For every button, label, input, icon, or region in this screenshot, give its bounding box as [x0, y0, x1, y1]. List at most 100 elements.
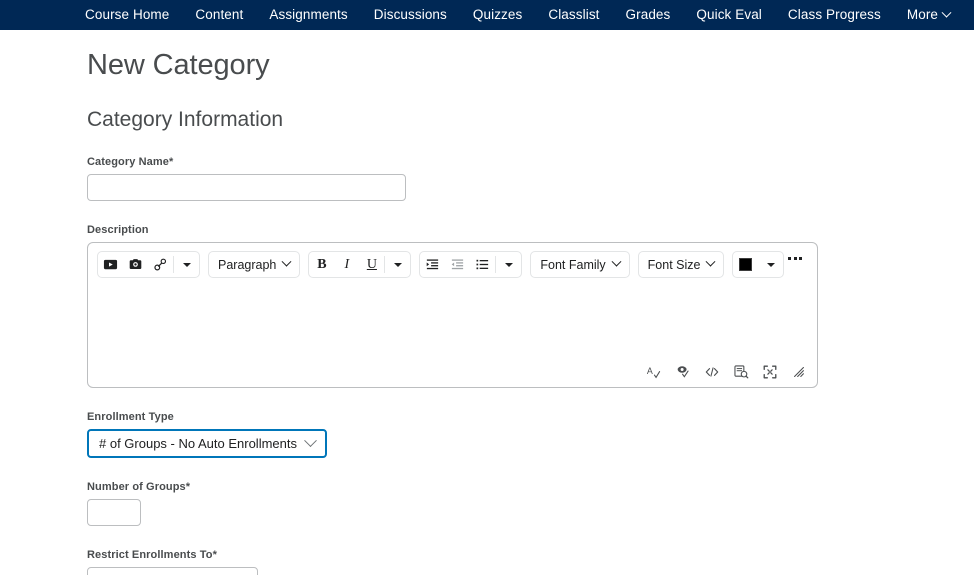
font-family-button[interactable]: Font Family	[531, 252, 628, 277]
format-more-caret-icon[interactable]	[385, 252, 410, 277]
nav-item-quizzes[interactable]: Quizzes	[460, 0, 535, 30]
font-size-button[interactable]: Font Size	[639, 252, 724, 277]
chevron-down-icon	[941, 7, 952, 18]
description-editor-body[interactable]	[88, 278, 817, 346]
page-content: New Category Category Information Catego…	[0, 46, 974, 575]
accessibility-check-icon[interactable]	[675, 364, 691, 380]
dot	[793, 257, 797, 260]
caret-down-icon	[504, 262, 513, 267]
page-title: New Category	[87, 49, 270, 81]
restrict-enrollments-select-wrap: No restrictions	[87, 567, 258, 575]
field-enrollment-type: Enrollment Type # of Groups - No Auto En…	[87, 410, 974, 458]
font-size-label: Font Size	[647, 257, 701, 272]
enrollment-type-value: # of Groups - No Auto Enrollments	[99, 436, 297, 451]
nav-item-label: Discussions	[373, 7, 447, 22]
number-of-groups-label: Number of Groups*	[87, 480, 974, 494]
indent-increase-icon[interactable]	[420, 252, 445, 277]
chevron-down-icon	[281, 256, 292, 267]
label-text: Restrict Enrollments To	[87, 549, 213, 561]
nav-item-classlist[interactable]: Classlist	[535, 0, 612, 30]
category-name-input[interactable]	[87, 174, 406, 201]
underline-icon[interactable]: U	[359, 252, 384, 277]
enrollment-type-select-wrap: # of Groups - No Auto Enrollments	[87, 429, 327, 458]
nav-item-label: More	[906, 7, 939, 22]
insert-more-caret-icon[interactable]	[174, 252, 199, 277]
paragraph-format-label: Paragraph	[218, 257, 277, 272]
nav-item-label: Quizzes	[472, 7, 523, 22]
insert-video-icon[interactable]	[98, 252, 123, 277]
color-swatch-icon	[739, 258, 753, 271]
html-source-icon[interactable]	[704, 364, 720, 380]
nav-item-course-home[interactable]: Course Home	[72, 0, 182, 30]
required-marker: *	[185, 481, 191, 493]
font-family-select[interactable]: Font Family	[530, 251, 630, 278]
caret-down-icon	[766, 262, 775, 267]
insert-quicklink-camera-icon[interactable]	[123, 252, 148, 277]
label-text: Number of Groups	[87, 481, 186, 493]
course-navbar: Course Home Content Assignments Discussi…	[0, 0, 974, 30]
nav-item-label: Grades	[625, 7, 671, 22]
rich-text-editor: Paragraph B I U Font Family Font Size A	[87, 242, 818, 388]
bulleted-list-icon[interactable]	[470, 252, 495, 277]
fullscreen-icon[interactable]	[762, 364, 778, 380]
enrollment-type-select[interactable]: # of Groups - No Auto Enrollments	[87, 429, 327, 458]
preview-icon[interactable]	[733, 364, 749, 380]
resize-handle-icon[interactable]	[791, 364, 807, 380]
field-number-of-groups: Number of Groups*	[87, 480, 974, 526]
paragraph-format-button[interactable]: Paragraph	[209, 252, 299, 277]
nav-item-label: Classlist	[548, 7, 600, 22]
italic-icon[interactable]: I	[334, 252, 359, 277]
dot	[788, 257, 791, 260]
font-size-select[interactable]: Font Size	[637, 251, 725, 278]
category-name-label: Category Name*	[87, 155, 974, 169]
restrict-enrollments-label: Restrict Enrollments To*	[87, 548, 974, 562]
editor-footer-tools: A	[646, 364, 807, 380]
nav-item-more[interactable]: More	[894, 0, 963, 30]
spell-check-icon[interactable]: A	[646, 364, 662, 380]
insert-link-icon[interactable]	[148, 252, 173, 277]
toolbar-group-color	[732, 251, 785, 278]
field-category-name: Category Name*	[87, 155, 974, 201]
nav-item-label: Quick Eval	[696, 7, 762, 22]
section-title-category-information: Category Information	[87, 108, 284, 131]
svg-text:A: A	[647, 366, 653, 376]
enrollment-type-label: Enrollment Type	[87, 410, 974, 424]
chevron-down-icon	[706, 256, 716, 267]
nav-item-content[interactable]: Content	[182, 0, 256, 30]
nav-item-label: Assignments	[269, 7, 348, 22]
nav-item-discussions[interactable]: Discussions	[361, 0, 460, 30]
nav-item-class-progress[interactable]: Class Progress	[775, 0, 894, 30]
chevron-down-icon	[611, 256, 622, 267]
editor-toolbar: Paragraph B I U Font Family Font Size	[88, 243, 817, 278]
nav-item-label: Course Home	[85, 7, 170, 22]
field-restrict-enrollments-to: Restrict Enrollments To* No restrictions	[87, 548, 974, 575]
nav-item-grades[interactable]: Grades	[613, 0, 684, 30]
caret-down-icon	[393, 262, 402, 267]
required-marker: *	[212, 549, 217, 561]
toolbar-group-list	[419, 251, 523, 278]
chevron-down-icon	[304, 434, 317, 448]
dot	[799, 257, 802, 260]
number-of-groups-input[interactable]	[87, 499, 141, 526]
toolbar-group-insert	[97, 251, 200, 278]
toolbar-group-format: B I U	[308, 251, 412, 278]
caret-down-icon	[182, 262, 191, 267]
indent-decrease-icon[interactable]	[445, 252, 470, 277]
nav-item-quick-eval[interactable]: Quick Eval	[683, 0, 775, 30]
bold-icon[interactable]: B	[309, 252, 334, 277]
label-text: Category Name	[87, 156, 169, 168]
toolbar-overflow-icon[interactable]	[788, 257, 802, 260]
required-marker: *	[169, 156, 174, 168]
nav-item-label: Content	[195, 7, 244, 22]
nav-item-label: Class Progress	[787, 7, 881, 22]
nav-item-assignments[interactable]: Assignments	[256, 0, 360, 30]
restrict-enrollments-select[interactable]: No restrictions	[87, 567, 258, 575]
font-family-label: Font Family	[540, 257, 606, 272]
text-color-swatch[interactable]	[733, 252, 758, 277]
field-description: Description Paragraph B I U Font Family …	[87, 223, 974, 388]
description-label: Description	[87, 224, 149, 236]
list-more-caret-icon[interactable]	[496, 252, 521, 277]
paragraph-format-select[interactable]: Paragraph	[208, 251, 301, 278]
text-color-caret-icon[interactable]	[758, 252, 783, 277]
label-text: Enrollment Type	[87, 411, 174, 423]
